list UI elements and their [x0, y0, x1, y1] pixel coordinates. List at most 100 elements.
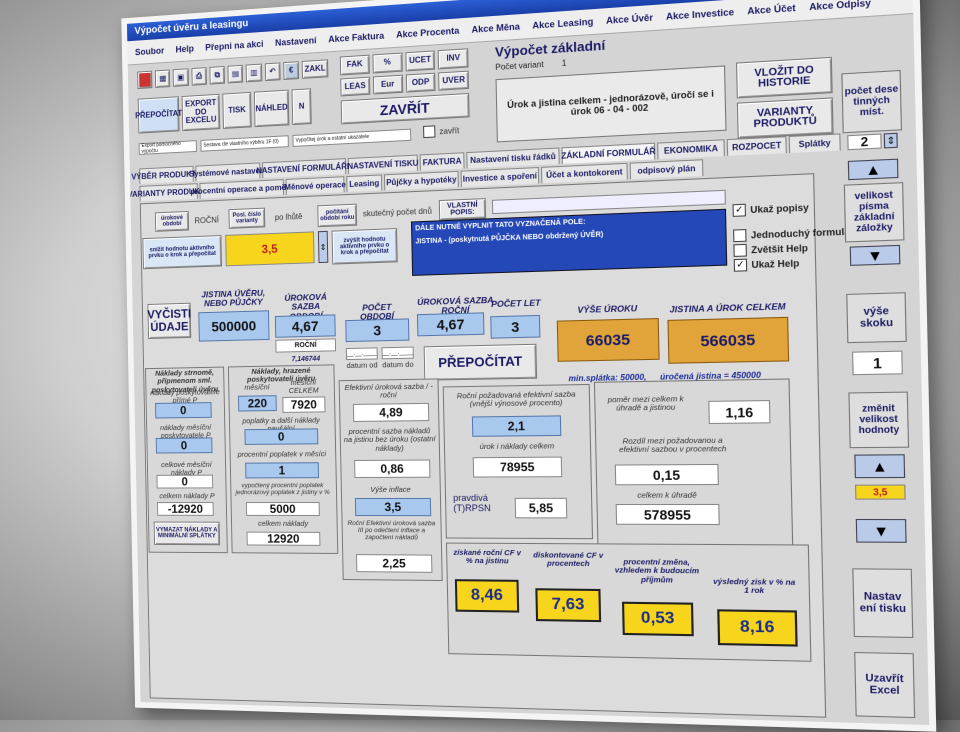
menu-item-ucet[interactable]: Akce Účet	[747, 3, 796, 17]
product-variants-button[interactable]: VARIANTY PRODUKTŮ	[737, 97, 834, 138]
close-checkbox[interactable]	[423, 125, 435, 138]
decrease-step-button[interactable]: snížit hodnotu aktivního prvku o krok a …	[142, 235, 222, 269]
decimal-spin-icon[interactable]: ⇕	[884, 133, 898, 149]
tab-investice[interactable]: Investice a spoření	[461, 167, 540, 187]
tab-ekonomika[interactable]: EKONOMIKA	[657, 139, 725, 159]
col2-fees-input[interactable]: 0	[244, 428, 318, 445]
enlarge-help-row[interactable]: Zvětšit Help	[733, 242, 808, 257]
period-rate-input[interactable]: 4,67	[275, 314, 336, 337]
quick-fak-button[interactable]: FAK	[340, 55, 370, 75]
insert-history-button[interactable]: VLOŽIT DO HISTORIE	[736, 57, 833, 99]
menu-item-odpisy[interactable]: Akce Odpisy	[809, 0, 871, 12]
tab-zakladni-formular[interactable]: ZÁKLADNÍ FORMULÁŘ	[561, 143, 655, 164]
save-icon[interactable]: ▣	[173, 68, 189, 87]
prepocitat-toolbar-button[interactable]: PŘEPOČÍTAT	[138, 96, 180, 133]
calc-combo[interactable]: Vypočítej úrok a ostatní ukazatele	[292, 129, 411, 147]
simple-form-checkbox[interactable]	[733, 229, 746, 242]
quick-odp-button[interactable]: ODP	[405, 72, 435, 92]
menu-item-mena[interactable]: Akce Měna	[471, 21, 520, 34]
n-button[interactable]: N	[292, 88, 312, 125]
close-excel-button[interactable]: Uzavřít Excel	[854, 652, 915, 718]
show-help-checkbox[interactable]: ✓	[734, 259, 747, 272]
variant-number-label[interactable]: Posl. číslo varianty	[228, 208, 265, 229]
decimal-places-input[interactable]: 2	[847, 134, 882, 151]
currency-icon[interactable]: €	[283, 61, 299, 80]
decrease-triangle-icon[interactable]: ▼	[856, 519, 907, 543]
date-to-input[interactable]: __.__.____	[382, 347, 414, 360]
quick-ucet-button[interactable]: UCET	[405, 50, 435, 71]
col2-percent-input[interactable]: 1	[245, 462, 319, 478]
clear-data-button[interactable]: VYČISTI ÚDAJE	[147, 303, 191, 339]
quick-inv-button[interactable]: INV	[438, 48, 469, 69]
tab-leasing[interactable]: Leasing	[346, 174, 382, 192]
tab-tisk-radku[interactable]: Nastavení tisku řádků	[466, 147, 559, 168]
menu-item-investice[interactable]: Akce Investice	[666, 7, 734, 22]
export-excel-button[interactable]: EXPORT DO EXCELU	[182, 94, 221, 131]
recalculate-button[interactable]: PŘEPOČÍTAT	[424, 344, 537, 381]
col1-value-2[interactable]: 0	[156, 437, 213, 453]
menu-item-help[interactable]: Help	[175, 44, 194, 55]
tab-splatky[interactable]: Splátky	[789, 133, 841, 153]
down-triangle-icon[interactable]: ▼	[850, 245, 901, 266]
tab-systemove[interactable]: Systémové nastavení	[195, 162, 260, 181]
increase-triangle-icon[interactable]: ▲	[854, 454, 905, 478]
menu-item-procenta[interactable]: Akce Procenta	[396, 25, 459, 39]
tab-procentni-operace[interactable]: procentní operace a poměry	[199, 179, 284, 199]
close-checkbox-row[interactable]: zavřít	[423, 124, 459, 138]
active-value-field[interactable]: 3,5	[225, 231, 314, 266]
step-value-field[interactable]: 3,5	[855, 484, 906, 499]
print-icon[interactable]: ⎙	[191, 67, 207, 86]
tab-pujcky[interactable]: Půjčky a hypotéky	[384, 171, 459, 191]
col1-value-1[interactable]: 0	[155, 402, 212, 418]
tab-nastaveni-formulare[interactable]: NASTAVENÍ FORMULÁŘE	[262, 158, 346, 178]
period-rate-unit[interactable]: ROČNÍ	[275, 338, 336, 352]
show-descriptions-checkbox[interactable]: ✓	[733, 204, 746, 217]
grid-icon[interactable]: ▦	[155, 69, 171, 87]
tab-vyber-produktu[interactable]: VÝBĚR PRODUKTU	[139, 166, 194, 184]
quick-leas-button[interactable]: LEAS	[340, 76, 370, 96]
menu-item-faktura[interactable]: Akce Faktura	[328, 31, 384, 45]
preview-button[interactable]: NÁHLED	[254, 90, 289, 128]
tab-odpisovy-plan[interactable]: odpisový plán	[630, 159, 704, 179]
annual-rate-input[interactable]: 4,67	[417, 312, 485, 336]
zakl-button[interactable]: ZAKL	[302, 59, 329, 79]
chart-icon[interactable]: ▥	[246, 64, 262, 83]
principal-input[interactable]: 500000	[198, 310, 269, 341]
quick-uver-button[interactable]: UVER	[438, 70, 469, 91]
undo-icon[interactable]: ↶	[265, 62, 281, 81]
enlarge-help-checkbox[interactable]	[733, 244, 746, 257]
print-button[interactable]: TISK	[222, 92, 251, 129]
tab-ucet[interactable]: Účet a kontokorent	[541, 163, 628, 184]
up-triangle-icon[interactable]: ▲	[848, 159, 899, 181]
copy-icon[interactable]: ⧉	[209, 66, 225, 85]
periods-input[interactable]: 3	[345, 318, 409, 342]
report-combo[interactable]: Sestava dle vlastního výběru 1F (0)	[200, 135, 288, 151]
menu-item-leasing[interactable]: Akce Leasing	[532, 16, 593, 30]
step-size-value[interactable]: 1	[852, 351, 903, 376]
quick-eur-button[interactable]: Eur	[373, 74, 403, 94]
col3-value-3[interactable]: 3,5	[355, 498, 431, 516]
tab-menove-operace[interactable]: Měnové operace	[286, 176, 345, 195]
spin-arrows-icon[interactable]: ⇕	[318, 231, 328, 263]
tab-varianty-produktu[interactable]: VARIANTY PRODUKTŮ	[139, 183, 197, 201]
year-count-label[interactable]: počítání období roku	[317, 204, 357, 228]
export-combo[interactable]: Export pomocného výpočtu	[139, 140, 197, 155]
menu-item-uver[interactable]: Akce Úvěr	[606, 12, 653, 26]
col4-value-1[interactable]: 2,1	[472, 415, 561, 436]
increase-step-button[interactable]: zvýšit hodnotu aktivního prvku o krok a …	[332, 228, 398, 264]
tab-rozpocet[interactable]: ROZPOCET	[727, 136, 787, 156]
menu-item-soubor[interactable]: Soubor	[135, 46, 165, 58]
show-help-row[interactable]: ✓ Ukaž Help	[734, 257, 800, 272]
paste-icon[interactable]: ▤	[228, 65, 244, 84]
tab-faktura[interactable]: FAKTURA	[420, 152, 465, 170]
menu-item-nastaveni[interactable]: Nastavení	[275, 35, 317, 48]
tab-nastaveni-tisku[interactable]: NASTAVENÍ TISKU	[348, 155, 418, 174]
date-from-input[interactable]: __.__.____	[346, 347, 378, 360]
close-app-button[interactable]: ZAVŘÍT	[341, 93, 470, 124]
interest-period-label[interactable]: úrokové období	[155, 211, 189, 232]
quick-percent-button[interactable]: %	[372, 53, 402, 73]
stop-icon[interactable]	[137, 71, 152, 89]
clear-costs-button[interactable]: VYMAZAT NÁKLADY A MINIMÁLNÍ SPLÁTKY	[154, 522, 220, 546]
col2-monthly-input[interactable]: 220	[238, 395, 277, 411]
print-settings-button[interactable]: Nastav ení tisku	[852, 568, 913, 638]
